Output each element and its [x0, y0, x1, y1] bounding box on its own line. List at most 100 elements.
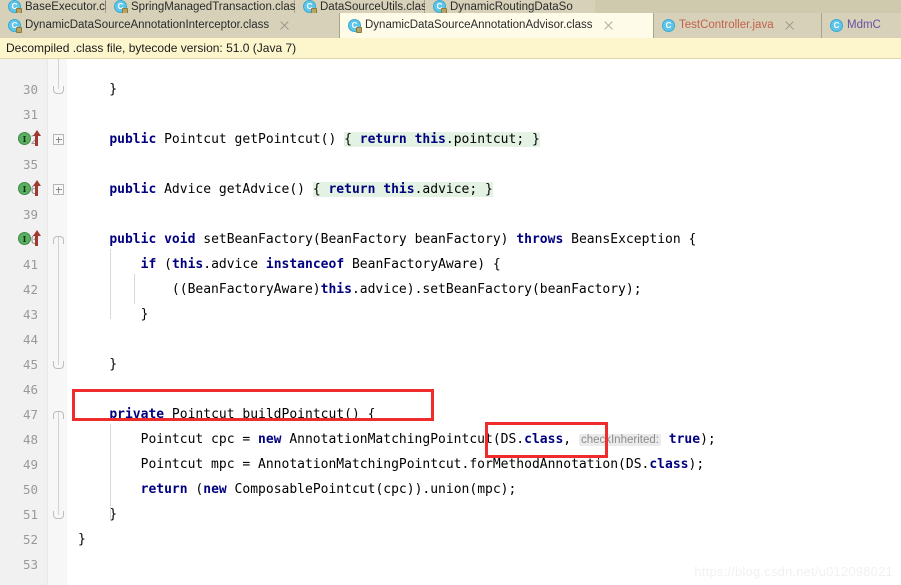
site-watermark: https://blog.csdn.net/u012098021: [694, 564, 893, 579]
class-file-icon: [348, 19, 362, 33]
code-line: 30 }: [0, 77, 901, 102]
code-line: 51 }: [0, 502, 901, 527]
code-line: 32 public Pointcut getPointcut() { retur…: [0, 127, 901, 152]
code-text: public Advice getAdvice() { return this.…: [109, 182, 493, 197]
tab-label: DynamicRoutingDataSo: [450, 1, 573, 13]
tab-spring-managed-transaction[interactable]: SpringManagedTransaction.class: [106, 0, 301, 14]
code-line: 35: [0, 152, 901, 177]
decompiled-class-banner: Decompiled .class file, bytecode version…: [0, 38, 901, 59]
code-text: }: [78, 507, 118, 522]
tab-test-controller[interactable]: TestController.java: [654, 13, 822, 38]
class-file-icon: [8, 19, 22, 33]
code-text: Pointcut mpc = AnnotationMatchingPointcu…: [78, 457, 705, 472]
code-line: 49 Pointcut mpc = AnnotationMatchingPoin…: [0, 452, 901, 477]
code-content[interactable]: 30 } 31 32 public Pointcut getPointcut() {…: [0, 59, 901, 585]
close-icon[interactable]: [279, 20, 290, 31]
editor-tab-row-upper: BaseExecutor.class SpringManagedTransact…: [0, 0, 901, 14]
tab-datasource-utils[interactable]: DataSourceUtils.class: [295, 0, 432, 14]
tab-label: DynamicDataSourceAnnotationInterceptor.c…: [25, 19, 270, 31]
fold-region-end-icon[interactable]: [53, 359, 64, 370]
code-text: private Pointcut buildPointcut() {: [109, 407, 376, 422]
line-number: 42: [22, 282, 38, 297]
fold-region-start-icon[interactable]: [53, 234, 64, 245]
tab-dynamic-datasource-annotation-advisor[interactable]: DynamicDataSourceAnnotationAdvisor.class: [340, 13, 654, 38]
code-line: 42 ((BeanFactoryAware)this.advice).setBe…: [0, 277, 901, 302]
gutter-marker[interactable]: [18, 229, 48, 249]
code-line: 31: [0, 102, 901, 127]
overriding-method-icon[interactable]: [32, 230, 41, 246]
implementation-icon[interactable]: [18, 182, 31, 195]
tab-label: DataSourceUtils.class: [320, 1, 433, 13]
code-line: 43 }: [0, 302, 901, 327]
tab-label: DynamicDataSourceAnnotationAdvisor.class: [365, 19, 593, 31]
implementation-icon[interactable]: [18, 132, 31, 145]
code-text: if (this.advice instanceof BeanFactoryAw…: [140, 257, 501, 272]
code-text: }: [78, 357, 118, 372]
code-text: }: [78, 82, 118, 97]
code-editor[interactable]: 30 } 31 32 public Pointcut getPointcut() {…: [0, 59, 901, 585]
code-text: }: [78, 532, 86, 547]
code-line: 48 Pointcut cpc = new AnnotationMatching…: [0, 427, 901, 452]
line-number: 35: [22, 157, 38, 172]
code-text: Pointcut cpc = new AnnotationMatchingPoi…: [78, 432, 716, 447]
banner-text: Decompiled .class file, bytecode version…: [6, 41, 297, 55]
code-text: return (new ComposablePointcut(cpc)).uni…: [140, 482, 517, 497]
fold-region-end-icon[interactable]: [53, 84, 64, 95]
code-line: 44: [0, 327, 901, 352]
ide-window: BaseExecutor.class SpringManagedTransact…: [0, 0, 901, 585]
indent-guide: [110, 424, 111, 519]
gutter-marker[interactable]: [18, 129, 48, 149]
fold-region-start-icon[interactable]: [53, 409, 64, 420]
line-number: 50: [22, 482, 38, 497]
code-line: 36 public Advice getAdvice() { return th…: [0, 177, 901, 202]
indent-guide: [134, 274, 135, 304]
line-number: 49: [22, 457, 38, 472]
line-number: 30: [22, 82, 38, 97]
line-number: 39: [22, 207, 38, 222]
code-line: 47 private Pointcut buildPointcut() {: [0, 402, 901, 427]
tab-label: MdmC: [847, 19, 881, 31]
line-number: 44: [22, 332, 38, 347]
indent-guide: [110, 249, 111, 319]
line-number: 45: [22, 357, 38, 372]
gutter-marker[interactable]: [18, 179, 48, 199]
overriding-method-icon[interactable]: [32, 180, 41, 196]
tab-dynamic-routing-datasource[interactable]: DynamicRoutingDataSo: [425, 0, 595, 14]
close-icon[interactable]: [784, 20, 795, 31]
line-number: 53: [22, 557, 38, 572]
code-line: 39: [0, 202, 901, 227]
java-file-icon: [662, 19, 675, 32]
code-line: 45 }: [0, 352, 901, 377]
line-number: 51: [22, 507, 38, 522]
tab-mdm[interactable]: MdmC: [822, 13, 901, 38]
line-number: 47: [22, 407, 38, 422]
class-file-icon: [303, 0, 317, 14]
class-file-icon: [8, 0, 22, 14]
tab-dynamic-datasource-annotation-interceptor[interactable]: DynamicDataSourceAnnotationInterceptor.c…: [0, 13, 340, 38]
code-line: 50 return (new ComposablePointcut(cpc)).…: [0, 477, 901, 502]
close-icon[interactable]: [603, 20, 614, 31]
tab-base-executor[interactable]: BaseExecutor.class: [0, 0, 125, 14]
line-number: 52: [22, 532, 38, 547]
class-file-icon: [114, 0, 128, 14]
line-number: 31: [22, 107, 38, 122]
tab-label: TestController.java: [679, 19, 774, 31]
line-number: 46: [22, 382, 38, 397]
fold-region-end-icon[interactable]: [53, 509, 64, 520]
code-line: 46: [0, 377, 901, 402]
line-number: 41: [22, 257, 38, 272]
code-text: ((BeanFactoryAware)this.advice).setBeanF…: [78, 282, 642, 297]
code-text: public Pointcut getPointcut() { return t…: [109, 132, 540, 147]
fold-expand-icon[interactable]: [53, 184, 64, 195]
line-number: 48: [22, 432, 38, 447]
code-line: 41 if (this.advice instanceof BeanFactor…: [0, 252, 901, 277]
line-number: 43: [22, 307, 38, 322]
overriding-method-icon[interactable]: [32, 130, 41, 146]
code-text: public void setBeanFactory(BeanFactory b…: [109, 232, 697, 247]
tab-label: SpringManagedTransaction.class: [131, 1, 302, 13]
fold-expand-icon[interactable]: [53, 134, 64, 145]
java-file-icon: [830, 19, 843, 32]
implementation-icon[interactable]: [18, 232, 31, 245]
editor-tab-row-lower: DynamicDataSourceAnnotationInterceptor.c…: [0, 13, 901, 38]
code-text: }: [78, 307, 149, 322]
